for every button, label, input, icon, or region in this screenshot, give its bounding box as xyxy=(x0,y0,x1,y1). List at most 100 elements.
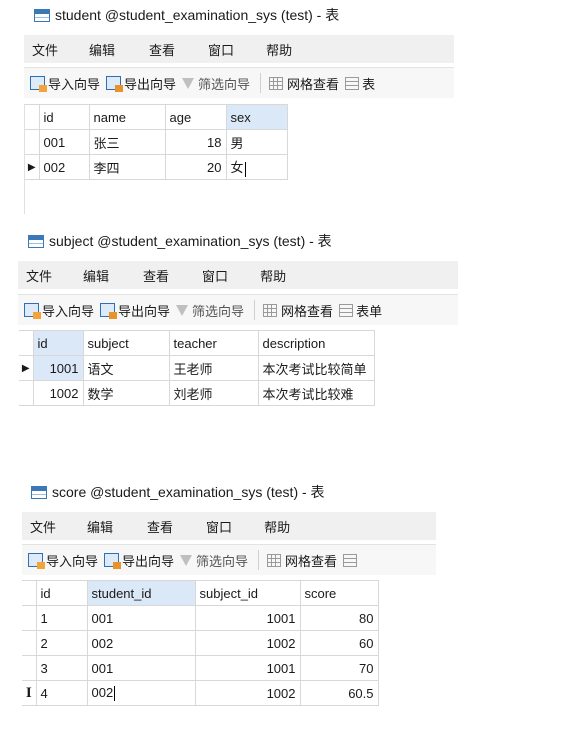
menu-view[interactable]: 查看 xyxy=(147,517,173,536)
form-view-button[interactable]: 表单 xyxy=(339,301,382,320)
table-row[interactable]: 001 张三 18 男 xyxy=(25,129,288,155)
menu-file[interactable]: 文件 xyxy=(26,266,52,285)
filter-wizard-button[interactable]: 筛选向导 xyxy=(176,301,244,320)
menu-file[interactable]: 文件 xyxy=(30,517,56,536)
column-header-description[interactable]: description xyxy=(257,330,375,356)
editing-cell[interactable]: 女 xyxy=(225,154,288,180)
row-pointer-icon: ▶ xyxy=(25,154,40,180)
menu-window[interactable]: 窗口 xyxy=(208,40,234,59)
cell[interactable]: 001 xyxy=(86,605,196,631)
grid-icon xyxy=(267,553,282,567)
menu-help[interactable]: 帮助 xyxy=(260,266,286,285)
column-header-sex[interactable]: sex xyxy=(225,104,288,130)
cell[interactable]: 002 xyxy=(38,154,90,180)
cell[interactable]: 2 xyxy=(35,630,88,656)
menu-help[interactable]: 帮助 xyxy=(266,40,292,59)
cell[interactable]: 4 xyxy=(35,680,88,706)
cell[interactable]: 本次考试比较难 xyxy=(257,380,375,406)
grid-view-button[interactable]: 网格查看 xyxy=(267,551,337,570)
form-icon xyxy=(339,303,354,317)
column-header-name[interactable]: name xyxy=(88,104,166,130)
export-wizard-button[interactable]: 导出向导 xyxy=(100,301,170,320)
import-icon xyxy=(24,303,41,319)
menu-view[interactable]: 查看 xyxy=(143,266,169,285)
form-view-button[interactable]: 表 xyxy=(345,74,375,93)
subject-window-title: subject @student_examination_sys (test) … xyxy=(28,230,332,252)
filter-icon xyxy=(176,304,189,316)
column-header-id[interactable]: id xyxy=(35,580,88,606)
column-header-score[interactable]: score xyxy=(299,580,379,606)
cell[interactable]: 张三 xyxy=(88,129,166,155)
cell[interactable]: 1 xyxy=(35,605,88,631)
menu-window[interactable]: 窗口 xyxy=(206,517,232,536)
form-icon xyxy=(345,76,360,90)
table-row[interactable]: ▶ 002 李四 20 女 xyxy=(25,154,288,180)
column-header-teacher[interactable]: teacher xyxy=(168,330,259,356)
form-view-button[interactable] xyxy=(343,553,360,567)
column-header-age[interactable]: age xyxy=(164,104,227,130)
text-caret xyxy=(114,686,116,702)
table-row[interactable]: 1002 数学 刘老师 本次考试比较难 xyxy=(19,380,375,406)
cell[interactable]: 20 xyxy=(164,154,227,180)
cell[interactable]: 数学 xyxy=(82,380,170,406)
export-wizard-button[interactable]: 导出向导 xyxy=(104,551,174,570)
grid-view-button[interactable]: 网格查看 xyxy=(269,74,339,93)
column-header-student-id[interactable]: student_id xyxy=(86,580,196,606)
cell[interactable]: 李四 xyxy=(88,154,166,180)
cell[interactable]: 语文 xyxy=(82,355,170,381)
column-header-id[interactable]: id xyxy=(32,330,84,356)
menu-window[interactable]: 窗口 xyxy=(202,266,228,285)
cell[interactable]: 70 xyxy=(299,655,379,681)
cell[interactable]: 1002 xyxy=(32,380,84,406)
cell[interactable]: 1002 xyxy=(194,680,301,706)
cell[interactable]: 001 xyxy=(38,129,90,155)
column-header-id[interactable]: id xyxy=(38,104,90,130)
cell[interactable]: 1002 xyxy=(194,630,301,656)
editing-cell[interactable]: 002 xyxy=(86,680,196,706)
table-row[interactable]: ▶ 1001 语文 王老师 本次考试比较简单 xyxy=(19,355,375,381)
table-row[interactable]: 3 001 1001 70 xyxy=(22,655,379,681)
score-toolbar: 导入向导 导出向导 筛选向导 网格查看 xyxy=(22,544,436,575)
cell[interactable]: 002 xyxy=(86,630,196,656)
table-row[interactable]: 1 001 1001 80 xyxy=(22,605,379,631)
table-row[interactable]: 2 002 1002 60 xyxy=(22,630,379,656)
cell[interactable]: 18 xyxy=(164,129,227,155)
subject-table: id subject teacher description ▶ 1001 语文… xyxy=(19,330,375,406)
filter-wizard-button[interactable]: 筛选向导 xyxy=(180,551,248,570)
table-row[interactable]: I 4 002 1002 60.5 xyxy=(22,680,379,706)
cell[interactable]: 王老师 xyxy=(168,355,259,381)
export-wizard-button[interactable]: 导出向导 xyxy=(106,74,176,93)
filter-wizard-button[interactable]: 筛选向导 xyxy=(182,74,250,93)
menu-file[interactable]: 文件 xyxy=(32,40,58,59)
import-wizard-button[interactable]: 导入向导 xyxy=(30,74,100,93)
import-wizard-button[interactable]: 导入向导 xyxy=(28,551,98,570)
grid-icon xyxy=(263,303,278,317)
cell[interactable]: 80 xyxy=(299,605,379,631)
cell[interactable]: 1001 xyxy=(194,605,301,631)
menu-view[interactable]: 查看 xyxy=(149,40,175,59)
cell[interactable]: 本次考试比较简单 xyxy=(257,355,375,381)
table-icon xyxy=(31,485,47,499)
cell[interactable]: 1001 xyxy=(32,355,84,381)
score-table: id student_id subject_id score 1 001 100… xyxy=(22,580,379,706)
cell[interactable]: 1001 xyxy=(194,655,301,681)
menu-edit[interactable]: 编辑 xyxy=(87,517,113,536)
table-icon xyxy=(34,8,50,22)
form-icon xyxy=(343,553,358,567)
cell[interactable]: 男 xyxy=(225,129,288,155)
column-header-subject-id[interactable]: subject_id xyxy=(194,580,301,606)
subject-title-text: subject @student_examination_sys (test) … xyxy=(49,233,332,249)
cell[interactable]: 3 xyxy=(35,655,88,681)
export-icon xyxy=(106,76,124,92)
cell[interactable]: 刘老师 xyxy=(168,380,259,406)
column-header-subject[interactable]: subject xyxy=(82,330,170,356)
import-wizard-button[interactable]: 导入向导 xyxy=(24,301,94,320)
toolbar-separator xyxy=(260,73,262,93)
menu-help[interactable]: 帮助 xyxy=(264,517,290,536)
cell[interactable]: 60.5 xyxy=(299,680,379,706)
cell[interactable]: 60 xyxy=(299,630,379,656)
grid-view-button[interactable]: 网格查看 xyxy=(263,301,333,320)
menu-edit[interactable]: 编辑 xyxy=(83,266,109,285)
menu-edit[interactable]: 编辑 xyxy=(89,40,115,59)
cell[interactable]: 001 xyxy=(86,655,196,681)
